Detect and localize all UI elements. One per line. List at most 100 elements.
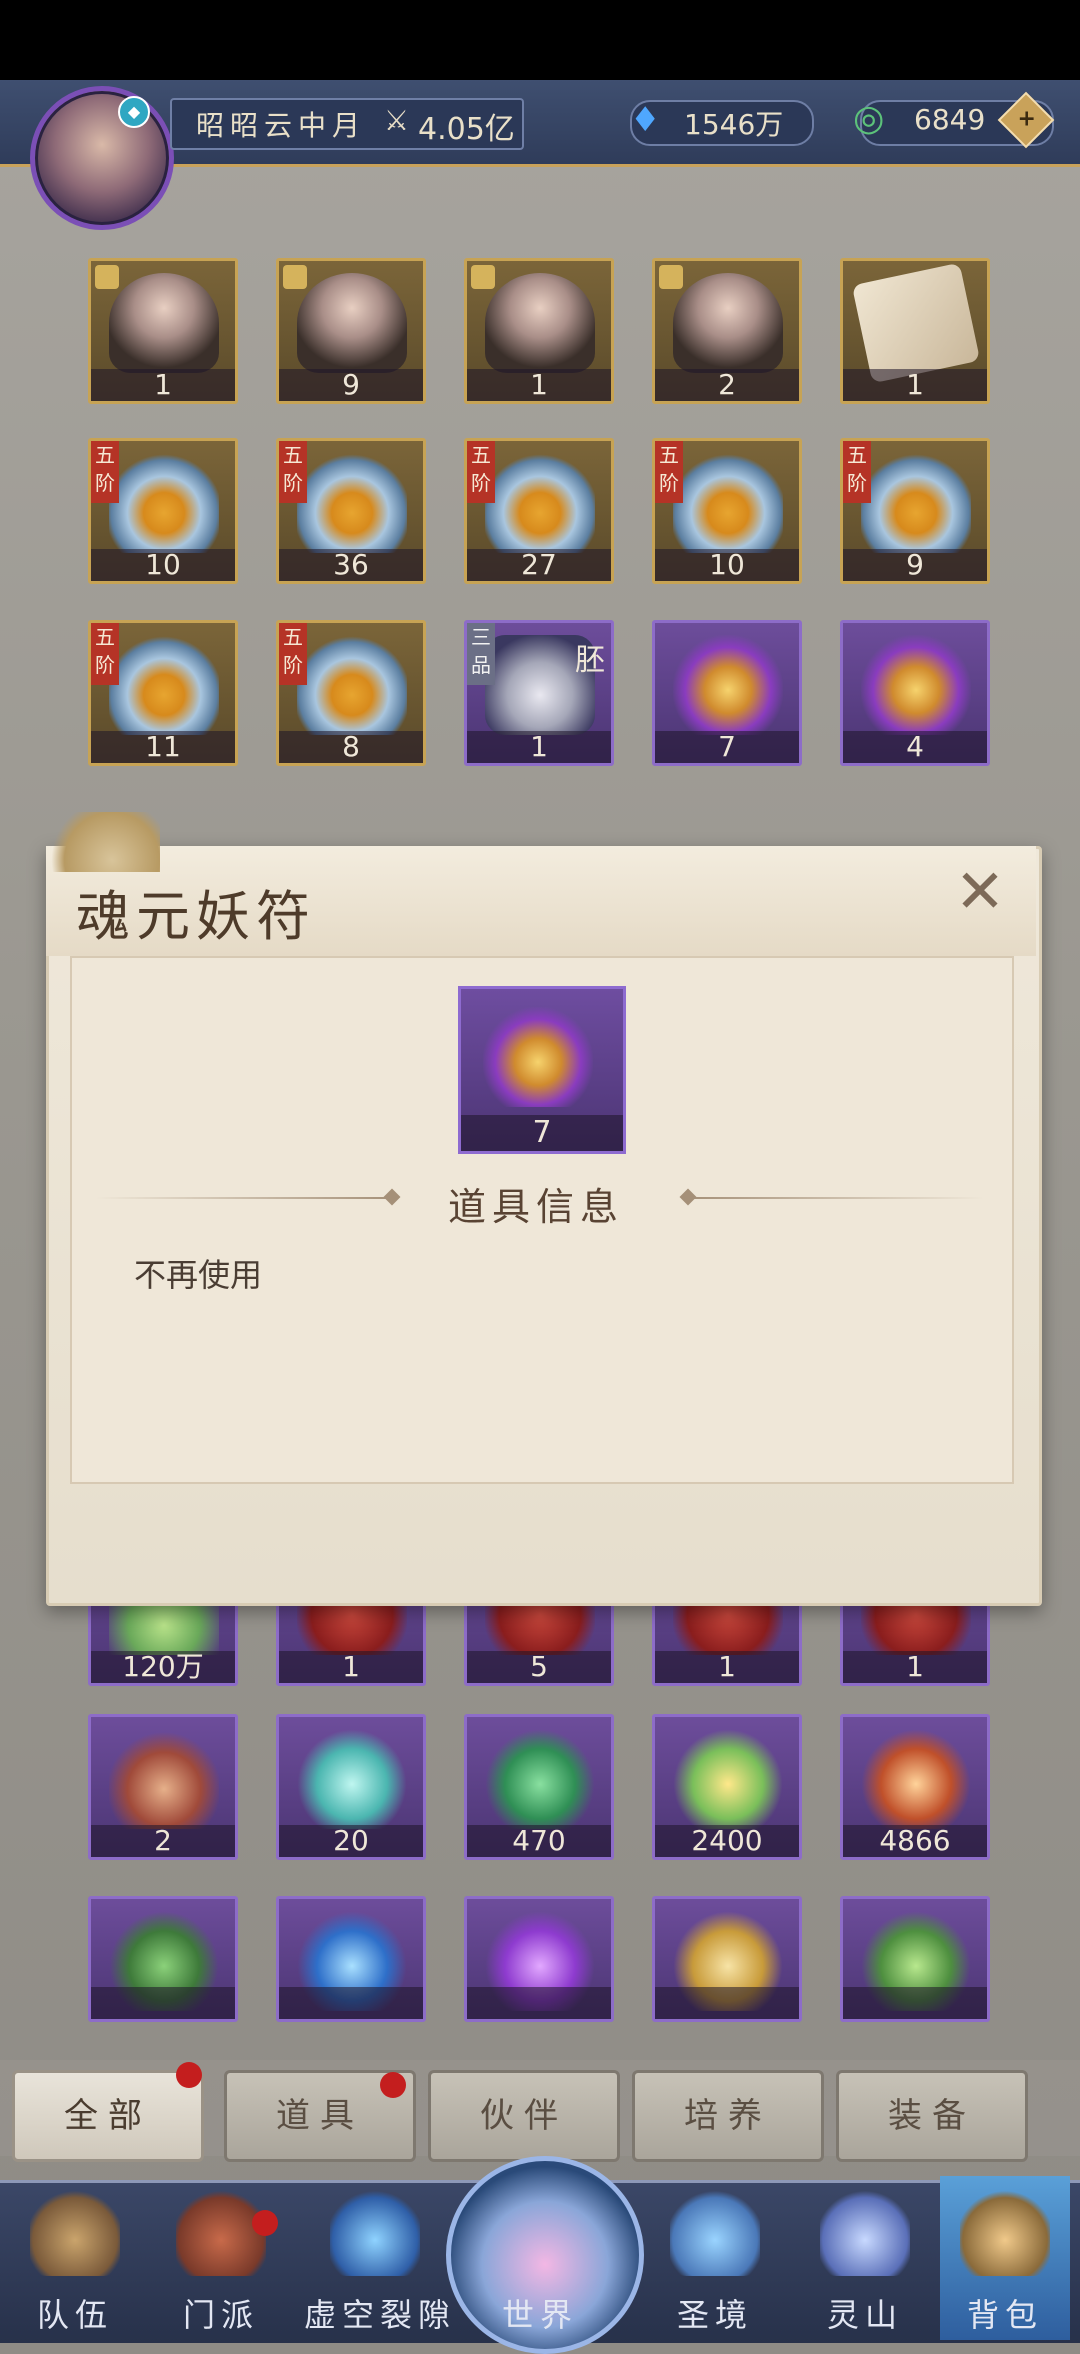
item-count: 5: [467, 1651, 611, 1683]
item-count: 10: [655, 549, 799, 581]
item-count: 8: [279, 731, 423, 763]
item-slot[interactable]: 7: [652, 620, 802, 766]
modal-item-count: 7: [461, 1115, 623, 1151]
item-slot[interactable]: [464, 1896, 614, 2022]
tier-tag: 五阶: [279, 441, 307, 503]
item-slot[interactable]: 五阶 10: [88, 438, 238, 584]
power-icon: ⚔: [384, 104, 410, 137]
avatar-badge-icon: ◆: [118, 96, 150, 128]
nav-label: 队伍: [36, 2296, 113, 2334]
item-count: [655, 1987, 799, 2019]
item-slot[interactable]: 五阶 11: [88, 620, 238, 766]
nav-world[interactable]: 世界: [475, 2176, 605, 2340]
puzzle-icon: [283, 265, 307, 289]
ember-pot-icon: [109, 1729, 219, 1829]
section-divider-left: [96, 1197, 396, 1199]
modal-item-preview: 7: [458, 986, 626, 1154]
item-slot[interactable]: 9: [276, 258, 426, 404]
item-slot[interactable]: [652, 1896, 802, 2022]
tier-tag: 五阶: [279, 623, 307, 685]
hero-portrait-icon: [673, 273, 783, 373]
crystal-shard-icon: [297, 1729, 407, 1829]
lotus-treasure-icon: [485, 453, 595, 553]
nav-holy-realm[interactable]: 圣境: [650, 2176, 780, 2340]
nav-backpack[interactable]: 背包: [940, 2176, 1070, 2340]
item-slot[interactable]: 1: [88, 258, 238, 404]
lotus-treasure-icon: [861, 453, 971, 553]
grade-tag: 三品: [467, 623, 495, 685]
sect-icon: [176, 2186, 266, 2276]
item-count: 27: [467, 549, 611, 581]
nav-team[interactable]: 队伍: [10, 2176, 140, 2340]
nav-label: 圣境: [676, 2296, 753, 2334]
item-count: 1: [279, 1651, 423, 1683]
avatar-icon[interactable]: [30, 86, 174, 230]
item-count: 10: [91, 549, 235, 581]
mountain-ornament-icon: [40, 812, 160, 872]
nav-void-rift[interactable]: 虚空裂隙: [300, 2176, 460, 2340]
item-count: 2400: [655, 1825, 799, 1857]
item-slot[interactable]: 五阶 36: [276, 438, 426, 584]
item-count: 1: [91, 369, 235, 401]
tab-all[interactable]: 全部: [12, 2070, 204, 2162]
item-count: 36: [279, 549, 423, 581]
item-slot[interactable]: 4: [840, 620, 990, 766]
tier-tag: 五阶: [467, 441, 495, 503]
nav-label: 灵山: [826, 2296, 903, 2334]
item-slot[interactable]: 2400: [652, 1714, 802, 1860]
glowing-flower-icon: [673, 1729, 783, 1829]
item-slot[interactable]: 五阶 9: [840, 438, 990, 584]
item-slot[interactable]: 2: [652, 258, 802, 404]
item-slot[interactable]: 三品 胚 1: [464, 620, 614, 766]
green-leaf-icon: [485, 1729, 595, 1829]
talisman-icon: [673, 635, 783, 735]
item-count: 1: [655, 1651, 799, 1683]
item-slot[interactable]: 1: [840, 258, 990, 404]
item-count: [843, 1987, 987, 2019]
lotus-treasure-icon: [297, 635, 407, 735]
item-count: 2: [91, 1825, 235, 1857]
nav-label: 背包: [966, 2296, 1043, 2334]
item-slot[interactable]: 五阶 10: [652, 438, 802, 584]
item-slot[interactable]: 4866: [840, 1714, 990, 1860]
tier-tag: 五阶: [655, 441, 683, 503]
section-divider-right: [684, 1197, 984, 1199]
item-slot[interactable]: [88, 1896, 238, 2022]
tab-partners[interactable]: 伙伴: [428, 2070, 620, 2162]
item-count: [91, 1987, 235, 2019]
scroll-icon: [851, 262, 981, 384]
item-count: 4: [843, 731, 987, 763]
item-slot[interactable]: [276, 1896, 426, 2022]
item-slot[interactable]: 20: [276, 1714, 426, 1860]
spirit-mountain-icon: [820, 2186, 910, 2276]
item-count: 2: [655, 369, 799, 401]
item-count: 1: [843, 1651, 987, 1683]
item-slot[interactable]: 470: [464, 1714, 614, 1860]
item-slot[interactable]: 五阶 8: [276, 620, 426, 766]
close-button[interactable]: ✕: [950, 862, 1010, 922]
nav-spirit-mountain[interactable]: 灵山: [800, 2176, 930, 2340]
item-count: 7: [655, 731, 799, 763]
add-symbol: +: [1017, 106, 1036, 132]
tab-equipment[interactable]: 装备: [836, 2070, 1028, 2162]
backpack-icon: [960, 2186, 1050, 2276]
puzzle-icon: [95, 265, 119, 289]
nav-label: 虚空裂隙: [303, 2296, 456, 2334]
lotus-treasure-icon: [109, 453, 219, 553]
section-title: 道具信息: [448, 1185, 625, 1229]
item-count: [467, 1987, 611, 2019]
nav-sect[interactable]: 门派: [156, 2176, 286, 2340]
item-description: 不再使用: [134, 1256, 263, 1294]
item-slot[interactable]: 2: [88, 1714, 238, 1860]
tab-training[interactable]: 培养: [632, 2070, 824, 2162]
item-count: [279, 1987, 423, 2019]
item-slot[interactable]: 五阶 27: [464, 438, 614, 584]
item-slot[interactable]: [840, 1896, 990, 2022]
puzzle-icon: [659, 265, 683, 289]
item-slot[interactable]: 1: [464, 258, 614, 404]
crystal-icon: ♦: [630, 100, 661, 140]
lotus-treasure-icon: [109, 635, 219, 735]
currency-2-value: 6849: [914, 103, 986, 136]
holy-realm-icon: [670, 2186, 760, 2276]
currency-1-value: 1546万: [684, 108, 784, 141]
